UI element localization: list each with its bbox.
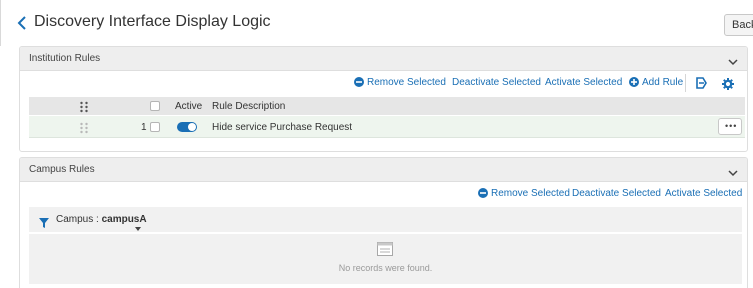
campus-rules-header[interactable]: Campus Rules: [20, 158, 747, 182]
select-all-checkbox[interactable]: [150, 101, 160, 111]
empty-message: No records were found.: [338, 263, 433, 273]
remove-selected-label: Remove Selected: [367, 77, 446, 88]
back-button[interactable]: Back: [724, 14, 753, 36]
dropdown-caret-icon[interactable]: [135, 218, 141, 231]
deactivate-selected-button[interactable]: Deactivate Selected: [452, 77, 541, 88]
export-icon[interactable]: [694, 76, 708, 90]
drag-handle-icon: [79, 100, 89, 113]
campus-deactivate-selected-button[interactable]: Deactivate Selected: [572, 188, 661, 199]
campus-remove-selected-button[interactable]: Remove Selected: [478, 188, 570, 199]
active-toggle[interactable]: [177, 122, 197, 132]
collapse-chevron-icon[interactable]: [727, 54, 739, 66]
campus-rules-empty-state: No records were found.: [29, 234, 742, 284]
campus-filter-label: Campus :: [56, 214, 99, 225]
top-bar: Discovery Interface Display Logic Back: [0, 0, 753, 46]
rule-description: Hide service Purchase Request: [212, 122, 353, 133]
row-actions-button[interactable]: •••: [718, 118, 742, 135]
drag-handle-icon[interactable]: [79, 121, 89, 134]
campus-filter-bar: Campus : campusA: [29, 207, 742, 232]
column-active[interactable]: Active: [175, 101, 202, 112]
campus-filter-dropdown[interactable]: Campus : campusA: [56, 214, 147, 225]
remove-selected-button[interactable]: Remove Selected: [354, 77, 446, 88]
row-checkbox[interactable]: [150, 122, 160, 132]
add-rule-button[interactable]: Add Rule: [629, 77, 683, 88]
more-icon: •••: [725, 121, 738, 131]
row-number: 1: [141, 122, 147, 133]
campus-remove-selected-label: Remove Selected: [491, 188, 570, 199]
add-rule-label: Add Rule: [642, 77, 684, 88]
empty-list-icon: [377, 242, 393, 256]
collapse-chevron-icon[interactable]: [727, 165, 739, 177]
filter-funnel-icon: [39, 215, 49, 228]
remove-circle-icon: [478, 188, 488, 198]
page-title: Discovery Interface Display Logic: [34, 13, 271, 30]
institution-rules-panel: Institution Rules Remove Selected Deacti…: [19, 46, 748, 152]
institution-rules-header[interactable]: Institution Rules: [20, 47, 747, 71]
settings-gear-icon[interactable]: [722, 77, 736, 91]
campus-rules-title: Campus Rules: [29, 164, 95, 175]
add-circle-icon: [629, 77, 639, 87]
campus-activate-selected-button[interactable]: Activate Selected: [665, 188, 742, 199]
campus-rules-panel: Campus Rules Remove Selected Deactivate …: [19, 157, 748, 288]
rules-table-header: Active Rule Description: [29, 97, 745, 115]
back-chevron-icon[interactable]: [15, 14, 31, 32]
column-rule-description[interactable]: Rule Description: [212, 101, 285, 112]
activate-selected-button[interactable]: Activate Selected: [545, 77, 622, 88]
institution-rules-title: Institution Rules: [29, 53, 101, 64]
remove-circle-icon: [354, 77, 364, 87]
toolbar-divider: [685, 74, 686, 92]
table-row[interactable]: 1 Hide service Purchase Request •••: [29, 116, 745, 138]
